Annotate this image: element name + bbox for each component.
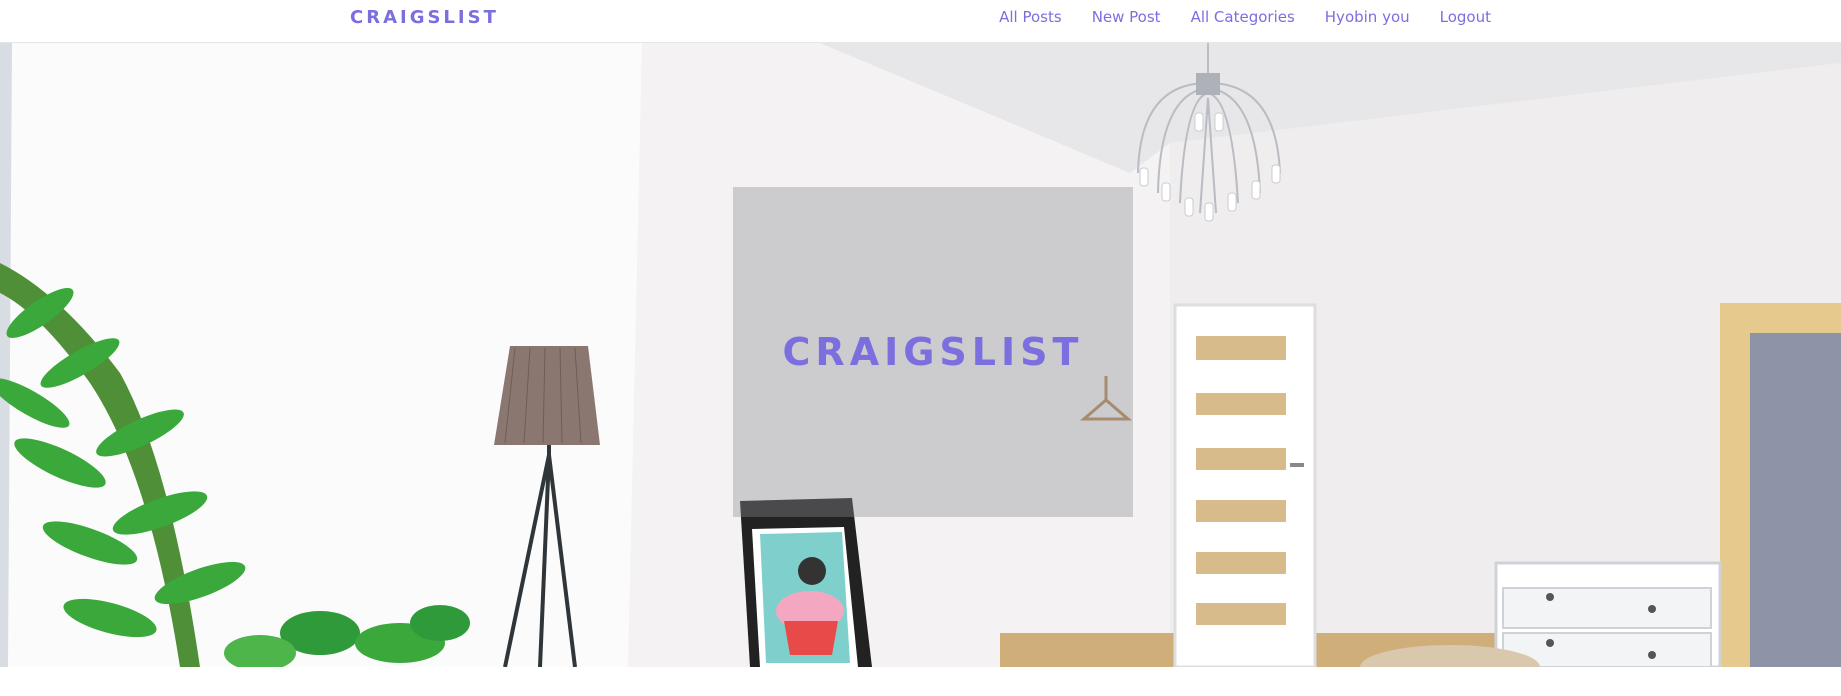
nav-link-all-posts[interactable]: All Posts	[999, 8, 1062, 26]
brand-logo-link[interactable]: CRAIGSLIST	[350, 7, 499, 28]
hero-section: CRAIGSLIST	[0, 43, 1841, 667]
top-navbar: CRAIGSLIST All Posts New Post All Catego…	[0, 0, 1841, 43]
hero-title: CRAIGSLIST	[782, 330, 1084, 374]
nav-link-new-post[interactable]: New Post	[1092, 8, 1161, 26]
nav-link-all-categories[interactable]: All Categories	[1191, 8, 1295, 26]
nav-links: All Posts New Post All Categories Hyobin…	[999, 0, 1491, 34]
page-bottom-spacer	[0, 667, 1841, 696]
door-graphic	[1173, 303, 1317, 667]
hero-overlay-box: CRAIGSLIST	[733, 187, 1133, 517]
nav-link-user[interactable]: Hyobin you	[1325, 8, 1410, 26]
cupcake-poster-graphic	[740, 498, 872, 667]
nav-link-logout[interactable]: Logout	[1440, 8, 1491, 26]
